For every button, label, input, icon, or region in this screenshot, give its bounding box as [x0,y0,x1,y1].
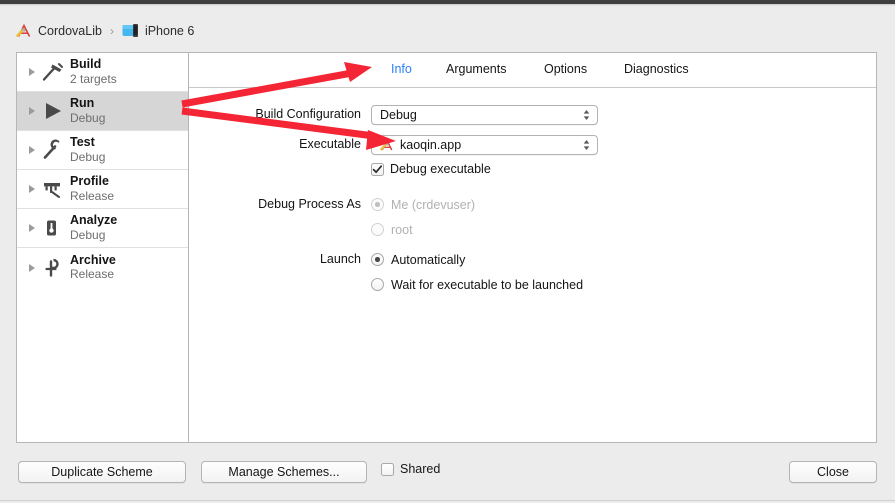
sidebar-item-build-text: Build 2 targets [70,57,117,86]
build-configuration-value: Debug [380,108,417,122]
bottom-hairline [0,500,895,501]
debug-process-as-option-me: Me (crdevuser) [371,195,475,214]
sidebar-item-run[interactable]: Run Debug [17,92,188,131]
executable-label: Executable [299,137,361,151]
launch-label: Launch [319,252,361,266]
launch-radio-group: Automatically Wait for executable to be … [371,250,583,294]
info-tab-form: Build Configuration Debug Executable kao… [189,87,876,442]
executable-row: Executable kaoqin.app [231,135,598,155]
sidebar-item-test[interactable]: Test Debug [17,131,188,170]
sidebar-item-build-subtitle: 2 targets [70,71,117,86]
duplicate-scheme-button[interactable]: Duplicate Scheme [18,461,186,483]
disclosure-triangle-icon[interactable] [27,145,37,155]
sidebar-item-profile-title: Profile [70,174,109,189]
sidebar-item-test-subtitle: Debug [70,149,106,164]
disclosure-triangle-icon[interactable] [27,223,37,233]
sidebar-item-run-subtitle: Debug [70,110,106,125]
sidebar-item-build-title: Build [70,57,102,72]
build-configuration-row: Build Configuration Debug [231,105,598,125]
sidebar-item-archive-text: Archive Release [70,253,116,282]
scheme-editor-window: CordovaLib › iPhone 6 Build 2 targets Ru… [0,0,895,503]
executable-value: kaoqin.app [400,138,462,152]
manage-schemes-button[interactable]: Manage Schemes... [201,461,367,483]
hammer-icon [40,60,66,84]
radio-root [371,223,384,236]
sidebar-item-analyze-subtitle: Debug [70,227,106,242]
wrench-icon [40,138,66,162]
play-icon [40,99,66,123]
sidebar-item-build[interactable]: Build 2 targets [17,53,188,92]
debug-executable-checkbox-row[interactable]: Debug executable [371,162,491,176]
debug-executable-label: Debug executable [390,162,491,176]
sidebar-item-test-text: Test Debug [70,135,105,164]
debug-executable-checkbox[interactable] [371,162,384,176]
radio-automatically[interactable] [371,253,384,266]
debug-process-as-radio-group: Me (crdevuser) root [371,195,475,239]
sidebar-item-archive[interactable]: Archive Release [17,248,188,287]
sidebar-item-analyze-text: Analyze Debug [70,213,117,242]
sidebar-item-archive-subtitle: Release [70,267,115,282]
shared-checkbox-row[interactable]: Shared [381,462,440,476]
iphone-simulator-icon [122,23,140,39]
tab-arguments[interactable]: Arguments [446,62,506,76]
microscope-icon [40,216,66,240]
chevron-updown-icon[interactable] [582,108,591,122]
breadcrumb-separator: › [109,24,114,38]
debug-process-as-row: Debug Process As Me (crdevuser) root [231,195,475,239]
sidebar-item-run-title: Run [70,96,95,111]
launch-row: Launch Automatically Wait for executable… [231,250,583,294]
build-configuration-label: Build Configuration [255,107,361,121]
archive-icon [40,256,66,280]
disclosure-triangle-icon[interactable] [27,184,37,194]
close-button[interactable]: Close [789,461,877,483]
radio-wait-for-executable[interactable] [371,278,384,291]
sidebar-item-archive-title: Archive [70,252,116,267]
breadcrumb: CordovaLib › iPhone 6 [16,20,194,42]
scheme-action-sidebar: Build 2 targets Run Debug Test Debug Pro… [17,53,189,442]
launch-option-automatically[interactable]: Automatically [371,250,583,269]
debug-process-as-label: Debug Process As [258,197,361,211]
gauge-icon [40,177,66,201]
tab-options[interactable]: Options [544,62,587,76]
shared-label: Shared [400,462,441,476]
shared-checkbox[interactable] [381,462,394,476]
dialog-bottom-bar: Duplicate Scheme Manage Schemes... Close [0,450,895,503]
sidebar-item-profile-text: Profile Release [70,174,114,203]
sidebar-item-profile-subtitle: Release [70,188,115,203]
launch-option-wait[interactable]: Wait for executable to be launched [371,275,583,294]
disclosure-triangle-icon[interactable] [27,263,37,273]
debug-process-as-option-me-label: Me (crdevuser) [391,197,476,212]
launch-option-automatically-label: Automatically [391,252,466,267]
sidebar-item-analyze[interactable]: Analyze Debug [17,209,188,248]
tab-diagnostics[interactable]: Diagnostics [624,62,689,76]
xcode-app-icon [380,138,395,153]
debug-executable-row: Debug executable [231,162,491,176]
window-title-shadow [0,4,895,6]
executable-select[interactable]: kaoqin.app [371,135,598,155]
sidebar-item-test-title: Test [70,135,95,150]
disclosure-triangle-icon[interactable] [27,67,37,77]
scheme-content-area: Info Arguments Options Diagnostics Build… [189,53,876,442]
debug-process-as-option-root-label: root [391,222,413,237]
launch-option-wait-label: Wait for executable to be launched [391,277,584,292]
tab-info[interactable]: Info [391,62,412,76]
sidebar-item-analyze-title: Analyze [70,213,118,228]
breadcrumb-device-label[interactable]: iPhone 6 [145,24,194,38]
scheme-editor-panel: Build 2 targets Run Debug Test Debug Pro… [16,52,877,443]
chevron-updown-icon[interactable] [582,138,591,152]
sidebar-item-profile[interactable]: Profile Release [17,170,188,209]
breadcrumb-project-label[interactable]: CordovaLib [38,24,102,38]
xcode-project-icon [16,23,33,40]
sidebar-item-run-text: Run Debug [70,96,105,125]
tab-bar: Info Arguments Options Diagnostics [189,53,876,88]
disclosure-triangle-icon[interactable] [27,106,37,116]
build-configuration-select[interactable]: Debug [371,105,598,125]
debug-process-as-option-root: root [371,220,475,239]
radio-me [371,198,384,211]
